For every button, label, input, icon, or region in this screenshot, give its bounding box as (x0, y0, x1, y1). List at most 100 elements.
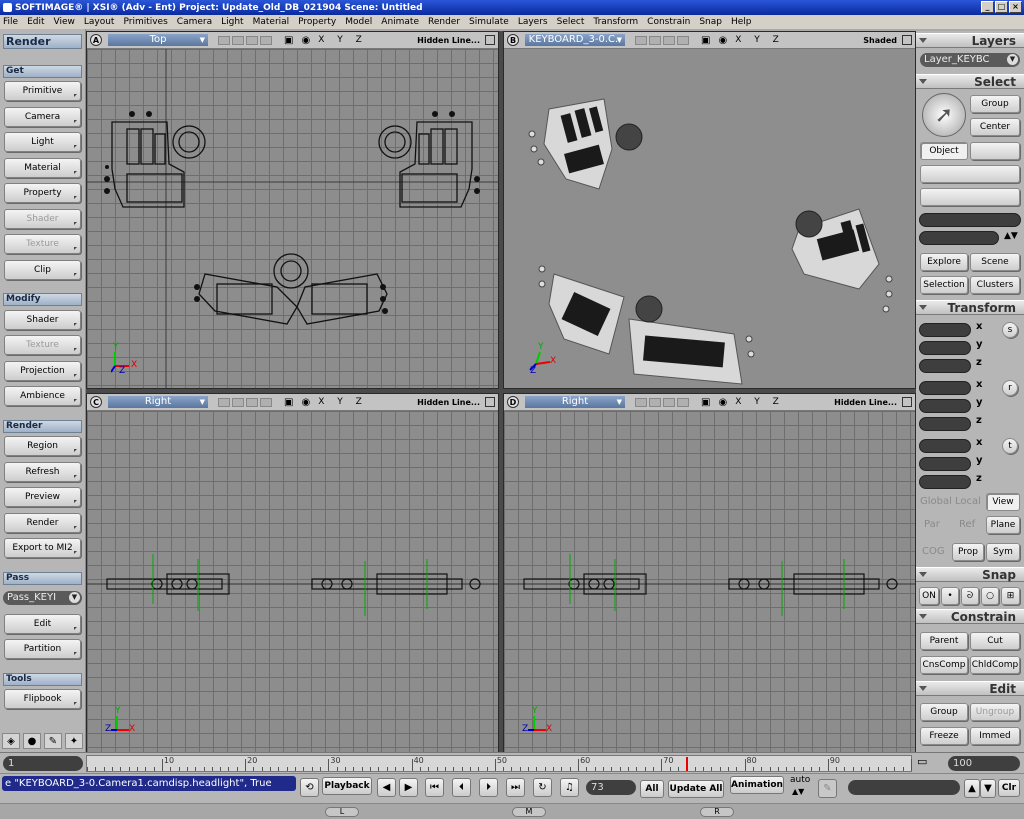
memo-slots[interactable] (635, 397, 689, 407)
sym-button[interactable]: Sym (986, 543, 1020, 561)
current-frame-field[interactable]: 73 (586, 780, 636, 795)
export-mi2-button[interactable]: Export to MI2 (4, 538, 81, 558)
parent-button[interactable]: Parent (920, 632, 968, 650)
ungroup-button[interactable]: Ungroup (970, 703, 1020, 721)
select-filter-list-2[interactable] (920, 188, 1020, 206)
select-arrow-icon[interactable]: ➚ (922, 93, 966, 137)
end-frame-field[interactable]: 100 (948, 756, 1020, 771)
camera-icon[interactable]: ▣ (284, 397, 293, 408)
modify-projection-button[interactable]: Projection (4, 361, 81, 381)
rotate-icon[interactable]: r (1002, 380, 1018, 396)
plane-toggle[interactable]: Plane (986, 516, 1020, 534)
play-forward-icon[interactable]: ⏵ (479, 778, 498, 797)
selection-button[interactable]: Selection (920, 276, 968, 294)
update-all-button[interactable]: Update All (668, 780, 724, 798)
camera-select[interactable]: Right ▼ (525, 396, 625, 408)
timeline-ruler[interactable]: 10 20 30 40 50 60 70 80 90 (86, 755, 912, 772)
playhead[interactable] (686, 757, 689, 771)
scene-button[interactable]: Scene (970, 253, 1020, 271)
display-mode[interactable]: Shaded (863, 36, 897, 45)
translate-z-field[interactable] (919, 475, 971, 489)
scale-x-label[interactable]: x (976, 321, 982, 332)
rotate-y-field[interactable] (919, 399, 971, 413)
display-mode[interactable]: Hidden Line... (834, 398, 897, 407)
cut-button[interactable]: Cut (970, 632, 1020, 650)
translate-x-label[interactable]: x (976, 437, 982, 448)
toolbar-header[interactable]: Render (3, 34, 82, 49)
render-render-button[interactable]: Render (4, 513, 81, 533)
menu-render[interactable]: Render (428, 17, 460, 27)
flipbook-button[interactable]: Flipbook (4, 689, 81, 709)
snap-on-button[interactable]: ON (919, 587, 939, 605)
clear-button[interactable]: Clr (998, 779, 1020, 797)
xyz-toggle[interactable]: X Y Z (318, 397, 367, 407)
viewport-letter[interactable]: A (90, 34, 102, 46)
down-arrow-icon[interactable]: ▼ (980, 779, 996, 798)
eye-icon[interactable]: ◉ (301, 35, 310, 46)
command-line[interactable]: e "KEYBOARD_3-0.Camera1.camdisp.headligh… (2, 776, 296, 791)
select-filter-2-button[interactable] (970, 142, 1020, 160)
get-camera-button[interactable]: Camera (4, 107, 81, 127)
render-region-button[interactable]: Region (4, 436, 81, 456)
menu-select[interactable]: Select (557, 17, 585, 27)
menu-light[interactable]: Light (221, 17, 243, 27)
par-toggle[interactable]: Par (924, 519, 940, 530)
scale-z-label[interactable]: z (976, 357, 982, 368)
snap-section[interactable]: Snap (916, 567, 1024, 582)
camera-icon[interactable]: ▣ (284, 35, 293, 46)
translate-icon[interactable]: t (1002, 438, 1018, 454)
scale-z-field[interactable] (919, 359, 971, 373)
layers-section[interactable]: Layers (916, 33, 1024, 48)
menu-snap[interactable]: Snap (699, 17, 722, 27)
translate-y-field[interactable] (919, 457, 971, 471)
get-property-button[interactable]: Property (4, 183, 81, 203)
constrain-section[interactable]: Constrain (916, 609, 1024, 624)
group-button[interactable]: Group (970, 95, 1020, 113)
eye-icon[interactable]: ◉ (718, 35, 727, 46)
snap-curve-icon[interactable]: ᘐ (961, 587, 979, 605)
cnscomp-button[interactable]: CnsComp (920, 656, 968, 674)
edit-group-button[interactable]: Group (920, 703, 968, 721)
ref-toggle[interactable]: Ref (959, 519, 975, 530)
script-editor-icon[interactable]: ⟲ (300, 778, 319, 797)
immed-button[interactable]: Immed (970, 727, 1020, 745)
close-button[interactable]: × (1009, 1, 1022, 13)
object-button[interactable]: Object (920, 142, 968, 160)
rotate-x-field[interactable] (919, 381, 971, 395)
get-texture-button[interactable]: Texture (4, 234, 81, 254)
palette-icon[interactable]: ◈ (2, 733, 20, 749)
chldcomp-button[interactable]: ChldComp (970, 656, 1020, 674)
animation-menu[interactable]: Animation (730, 776, 784, 794)
modify-ambience-button[interactable]: Ambience (4, 386, 81, 406)
menu-material[interactable]: Material (253, 17, 290, 27)
menu-layout[interactable]: Layout (84, 17, 115, 27)
viewport-letter[interactable]: D (507, 396, 519, 408)
translate-x-field[interactable] (919, 439, 971, 453)
scale-y-label[interactable]: y (976, 339, 983, 350)
global-toggle[interactable]: Global (920, 496, 952, 507)
layer-select[interactable]: Layer_KEYBC ▼ (920, 53, 1020, 67)
pass-partition-button[interactable]: Partition (4, 639, 81, 659)
sphere-icon[interactable]: ● (23, 733, 41, 749)
brush-icon[interactable]: ✎ (44, 733, 62, 749)
menu-constrain[interactable]: Constrain (647, 17, 690, 27)
rotate-y-label[interactable]: y (976, 397, 983, 408)
center-button[interactable]: Center (970, 118, 1020, 136)
clusters-button[interactable]: Clusters (970, 276, 1020, 294)
camera-icon[interactable]: ▣ (701, 35, 710, 46)
timeline-options-icon[interactable]: ▭ (917, 755, 927, 768)
scale-icon[interactable]: s (1002, 322, 1018, 338)
viewport-d[interactable]: D Right ▼ ▣ ◉ X Y Z Hidden Line... Y X Z (503, 393, 916, 753)
edit-section[interactable]: Edit (916, 681, 1024, 696)
menu-property[interactable]: Property (298, 17, 336, 27)
viewport-letter[interactable]: B (507, 34, 519, 46)
eye-icon[interactable]: ◉ (301, 397, 310, 408)
scale-y-field[interactable] (919, 341, 971, 355)
prop-button[interactable]: Prop (952, 543, 984, 561)
get-light-button[interactable]: Light (4, 132, 81, 152)
xyz-toggle[interactable]: X Y Z (735, 397, 784, 407)
first-frame-icon[interactable]: ⏮ (425, 778, 444, 797)
loop-icon[interactable]: ↻ (533, 778, 552, 797)
next-key-icon[interactable]: ▶ (399, 778, 418, 797)
memo-slots[interactable] (635, 35, 689, 45)
